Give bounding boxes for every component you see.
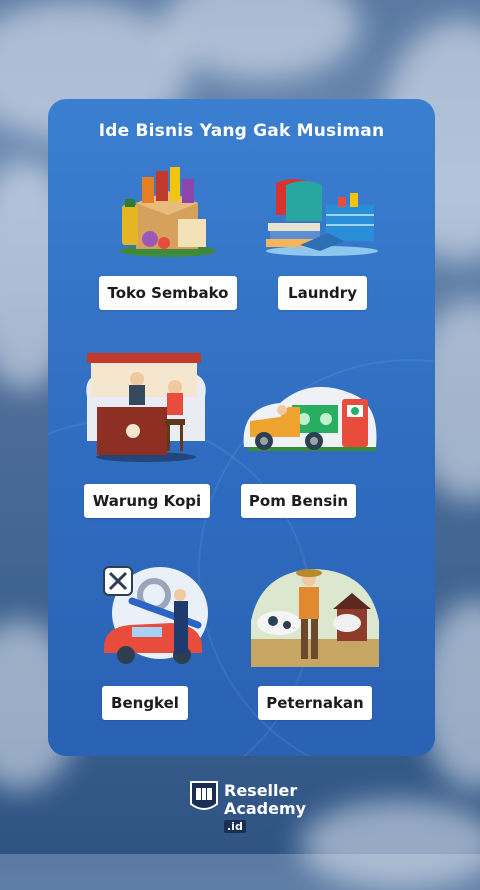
brand-line-1: Reseller <box>224 781 298 800</box>
label-laundry[interactable]: Laundry <box>278 276 367 310</box>
car-repair-icon <box>103 566 208 664</box>
label-pom-bensin[interactable]: Pom Bensin <box>241 484 356 518</box>
farmer-icon <box>251 569 379 667</box>
laundry-basket-icon <box>266 179 378 256</box>
business-ideas-card: Ide Bisnis Yang Gak Musiman Toko Sembako… <box>48 99 435 756</box>
label-peternakan[interactable]: Peternakan <box>258 686 372 720</box>
label-toko-sembako[interactable]: Toko Sembako <box>99 276 237 310</box>
brand-suffix: .id <box>224 820 246 833</box>
grocery-basket-icon <box>120 167 216 257</box>
card-title: Ide Bisnis Yang Gak Musiman <box>98 121 385 141</box>
gas-station-icon <box>243 386 377 451</box>
reseller-academy-logo-icon <box>190 781 218 810</box>
label-warung-kopi[interactable]: Warung Kopi <box>84 484 210 518</box>
label-bengkel[interactable]: Bengkel <box>102 686 188 720</box>
coffee-stall-icon <box>86 353 206 462</box>
brand-line-2: Academy <box>224 799 307 818</box>
